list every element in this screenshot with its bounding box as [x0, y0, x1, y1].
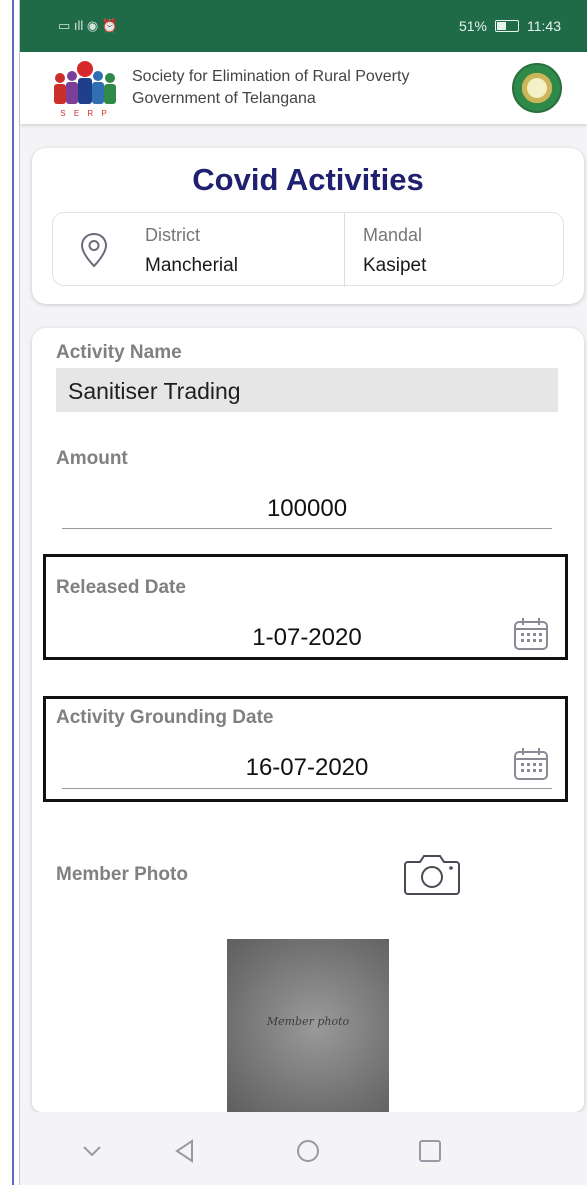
photo-caption: Member photo — [266, 1015, 350, 1028]
location-box: District Mancherial Mandal Kasipet — [52, 212, 564, 287]
activity-name-field[interactable]: Sanitiser Trading — [56, 368, 558, 412]
org-line-1: Society for Elimination of Rural Poverty — [132, 68, 410, 85]
location-card: Covid Activities District Mancherial Man… — [32, 148, 584, 304]
amount-label: Amount — [56, 448, 128, 469]
activity-form-card: Activity Name Sanitiser Trading Amount 1… — [32, 328, 584, 1112]
logo-letters: S E R P — [60, 109, 109, 118]
location-divider — [344, 213, 345, 287]
org-name: Society for Elimination of Rural Poverty… — [132, 66, 409, 110]
released-date-field[interactable]: 1-07-2020 — [62, 624, 552, 652]
status-right: 51% 11:43 — [459, 18, 561, 34]
status-bar: ▭ ıll ◉ ⏰ 51% 11:43 — [20, 0, 587, 52]
back-icon[interactable] — [172, 1138, 198, 1164]
home-icon[interactable] — [295, 1138, 321, 1164]
status-indicators: ▭ ıll ◉ ⏰ — [58, 18, 118, 34]
battery-percent: 51% — [458, 18, 487, 34]
activity-name-label: Activity Name — [56, 342, 182, 363]
district-label: District — [145, 225, 200, 245]
serp-logo: S E R P — [54, 61, 116, 118]
mandal-value: Kasipet — [363, 255, 427, 276]
member-photo-preview[interactable]: Member photo — [227, 939, 389, 1112]
recents-icon[interactable] — [417, 1138, 443, 1164]
app-header: S E R P Society for Elimination of Rural… — [20, 52, 587, 124]
telangana-emblem-icon — [512, 63, 562, 113]
calendar-icon[interactable] — [512, 616, 550, 652]
amount-field[interactable]: 100000 — [62, 495, 552, 523]
grounding-date-label: Activity Grounding Date — [56, 707, 274, 728]
org-line-2: Government of Telangana — [132, 90, 316, 107]
mandal-label: Mandal — [363, 225, 423, 245]
system-nav-bar — [20, 1112, 587, 1185]
released-date-label: Released Date — [56, 577, 186, 598]
page-title: Covid Activities — [192, 162, 424, 197]
calendar-icon[interactable] — [512, 746, 550, 782]
member-photo-label: Member Photo — [56, 864, 188, 885]
status-icons: ▭ ıll ◉ ⏰ — [58, 18, 119, 33]
clock: 11:43 — [527, 18, 561, 34]
window-frame-edge — [0, 0, 20, 1185]
amount-underline — [62, 528, 552, 529]
map-pin-icon — [80, 232, 108, 268]
chevron-down-icon[interactable] — [79, 1138, 105, 1164]
grounding-date-underline — [62, 788, 552, 789]
battery-icon — [495, 20, 519, 32]
grounding-date-field[interactable]: 16-07-2020 — [62, 754, 552, 782]
camera-icon[interactable] — [402, 852, 462, 896]
district-value: Mancherial — [145, 255, 238, 276]
device-screen: ▭ ıll ◉ ⏰ 51% 11:43 S E R P Society for … — [0, 0, 587, 1185]
